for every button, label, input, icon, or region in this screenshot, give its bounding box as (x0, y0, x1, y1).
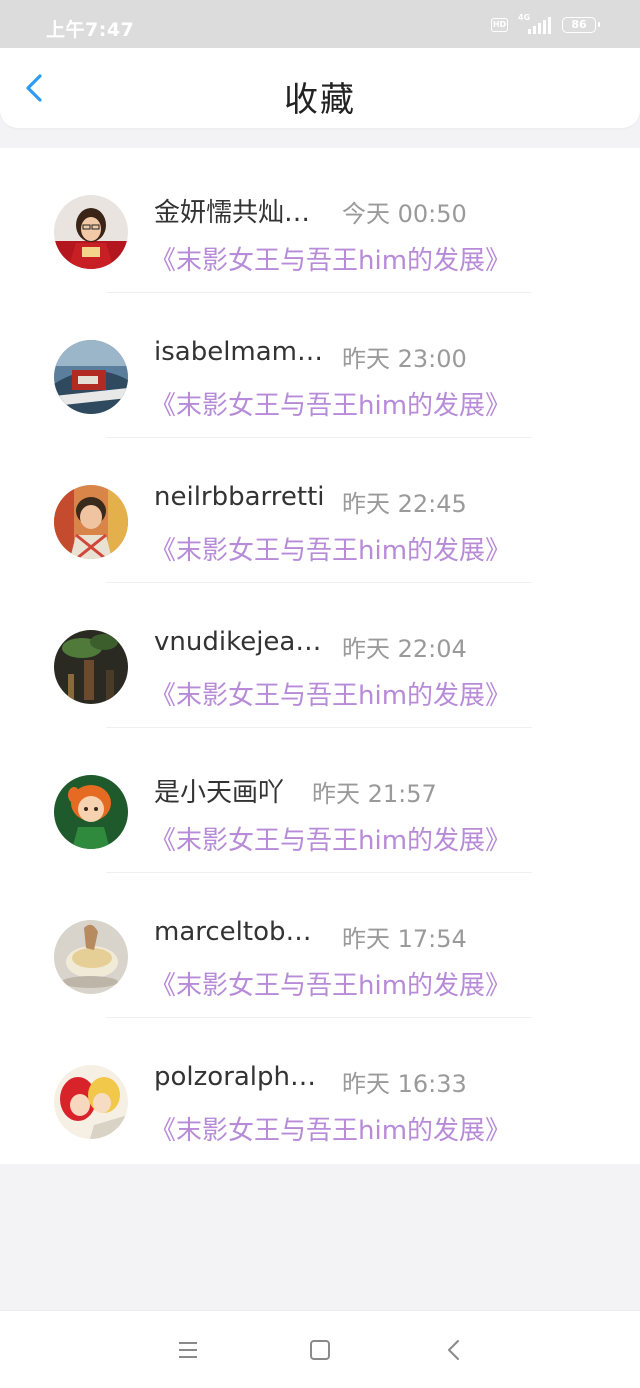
list-item[interactable]: polzoralph… 昨天 16:33 《末影女王与吾王him的发展》 (0, 1018, 640, 1163)
app-header: 收藏 (0, 48, 640, 128)
user-name[interactable]: isabelmam… (154, 337, 323, 367)
status-bar: 上午7:47 HD 4G 86 (0, 0, 640, 48)
menu-icon (179, 1342, 197, 1358)
list-item[interactable]: neilrbbarretti 昨天 22:45 《末影女王与吾王him的发展》 (0, 438, 640, 583)
timestamp: 昨天 22:04 (342, 635, 467, 663)
post-title-link[interactable]: 《末影女王与吾王him的发展》 (150, 385, 511, 422)
avatar[interactable] (54, 1065, 128, 1139)
signal-icon: 4G (518, 13, 552, 34)
avatar[interactable] (54, 340, 128, 414)
system-nav-bar (0, 1310, 640, 1388)
user-name[interactable]: 是小天画吖 (154, 772, 284, 809)
user-name[interactable]: vnudikejea… (154, 627, 321, 657)
post-title-link[interactable]: 《末影女王与吾王him的发展》 (150, 1110, 511, 1147)
user-name[interactable]: polzoralph… (154, 1062, 316, 1092)
avatar[interactable] (54, 195, 128, 269)
home-button[interactable] (308, 1339, 332, 1361)
avatar[interactable] (54, 920, 128, 994)
post-title-link[interactable]: 《末影女王与吾王him的发展》 (150, 965, 511, 1002)
list-item[interactable]: marceltob… 昨天 17:54 《末影女王与吾王him的发展》 (0, 873, 640, 1018)
user-name[interactable]: 金妍懦共灿… (154, 192, 310, 229)
hd-icon: HD (491, 18, 508, 32)
post-title-link[interactable]: 《末影女王与吾王him的发展》 (150, 240, 511, 277)
user-name[interactable]: neilrbbarretti (154, 482, 325, 512)
avatar[interactable] (54, 775, 128, 849)
avatar[interactable] (54, 630, 128, 704)
home-square-icon (310, 1340, 330, 1360)
post-title-link[interactable]: 《末影女王与吾王him的发展》 (150, 530, 511, 567)
post-title-link[interactable]: 《末影女王与吾王him的发展》 (150, 675, 511, 712)
timestamp: 昨天 22:45 (342, 490, 467, 518)
timestamp: 今天 00:50 (342, 200, 467, 228)
list-item[interactable]: isabelmam… 昨天 23:00 《末影女王与吾王him的发展》 (0, 293, 640, 438)
status-time: 上午7:47 (46, 19, 135, 41)
battery-icon: 86 (562, 17, 600, 33)
system-back-button[interactable] (442, 1339, 466, 1361)
menu-button[interactable] (176, 1339, 200, 1361)
user-name[interactable]: marceltob… (154, 917, 312, 947)
list-item[interactable]: 是小天画吖 昨天 21:57 《末影女王与吾王him的发展》 (0, 728, 640, 873)
avatar[interactable] (54, 485, 128, 559)
status-indicators: HD 4G 86 (491, 13, 600, 34)
timestamp: 昨天 21:57 (312, 780, 437, 808)
list-item[interactable]: 金妍懦共灿… 今天 00:50 《末影女王与吾王him的发展》 (0, 148, 640, 293)
back-triangle-icon (448, 1340, 459, 1360)
page-title: 收藏 (284, 80, 356, 120)
timestamp: 昨天 16:33 (342, 1070, 467, 1098)
list-item[interactable]: vnudikejea… 昨天 22:04 《末影女王与吾王him的发展》 (0, 583, 640, 728)
post-title-link[interactable]: 《末影女王与吾王him的发展》 (150, 820, 511, 857)
timestamp: 昨天 23:00 (342, 345, 467, 373)
timestamp: 昨天 17:54 (342, 925, 467, 953)
favorites-list: 金妍懦共灿… 今天 00:50 《末影女王与吾王him的发展》 isabelma… (0, 148, 640, 1164)
